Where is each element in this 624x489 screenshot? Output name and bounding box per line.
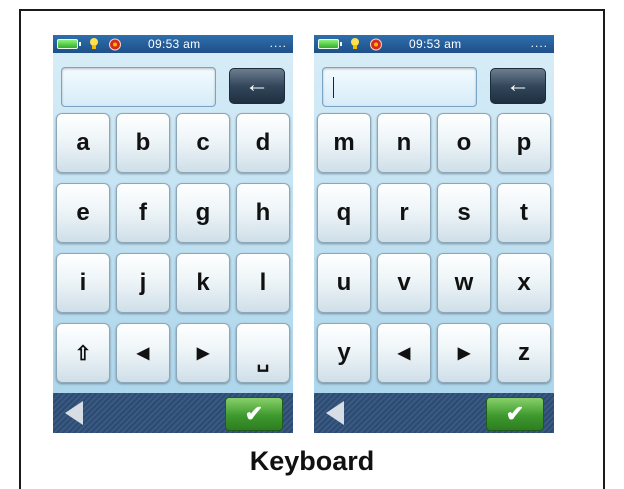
key-c[interactable]: c: [176, 113, 230, 173]
key-t[interactable]: t: [497, 183, 551, 243]
keypad: a b c d e f g h i j k l ⇧ ◀ ▶ ␣: [53, 113, 293, 393]
key-e[interactable]: e: [56, 183, 110, 243]
cursor-left-key[interactable]: ◀: [377, 323, 431, 383]
figure-caption: Keyboard: [249, 446, 375, 476]
bulb-icon: [351, 38, 359, 49]
status-dots: ....: [269, 36, 287, 50]
clock-text: 09:53 am: [409, 37, 462, 51]
key-y[interactable]: y: [317, 323, 371, 383]
key-s[interactable]: s: [437, 183, 491, 243]
cursor-right-key[interactable]: ▶: [437, 323, 491, 383]
triangle-right-icon: ▶: [457, 345, 471, 362]
bulb-icon: [90, 38, 98, 49]
battery-icon: [57, 39, 81, 49]
checkmark-icon: ✔: [244, 401, 264, 426]
key-m[interactable]: m: [317, 113, 371, 173]
space-key[interactable]: ␣: [236, 323, 290, 383]
alarm-icon: [370, 38, 382, 51]
battery-icon: [318, 39, 342, 49]
backspace-icon: ←: [506, 71, 530, 98]
triangle-right-icon: ▶: [196, 345, 210, 362]
cursor-left-key[interactable]: ◀: [116, 323, 170, 383]
ok-button[interactable]: ✔: [486, 397, 544, 431]
key-w[interactable]: w: [437, 253, 491, 313]
device-screen-right: 09:53 am .... ← m n o p q r s t u v w x …: [314, 35, 554, 433]
key-p[interactable]: p: [497, 113, 551, 173]
clock-text: 09:53 am: [148, 37, 201, 51]
shift-icon: ⇧: [74, 342, 92, 365]
bottom-bar: ✔: [53, 393, 293, 433]
key-f[interactable]: f: [116, 183, 170, 243]
shift-key[interactable]: ⇧: [56, 323, 110, 383]
key-x[interactable]: x: [497, 253, 551, 313]
space-icon: ␣: [256, 349, 270, 372]
ok-button[interactable]: ✔: [225, 397, 283, 431]
key-k[interactable]: k: [176, 253, 230, 313]
key-u[interactable]: u: [317, 253, 371, 313]
cursor-right-key[interactable]: ▶: [176, 323, 230, 383]
bottom-bar: ✔: [314, 393, 554, 433]
device-screen-left: 09:53 am .... ← a b c d e f g h i j k l …: [53, 35, 293, 433]
key-b[interactable]: b: [116, 113, 170, 173]
backspace-icon: ←: [245, 71, 269, 98]
checkmark-icon: ✔: [505, 401, 525, 426]
triangle-left-icon: ◀: [397, 345, 411, 362]
triangle-left-icon: ◀: [136, 345, 150, 362]
alarm-icon: [109, 38, 121, 51]
key-l[interactable]: l: [236, 253, 290, 313]
status-bar: 09:53 am ....: [53, 35, 293, 53]
key-z[interactable]: z: [497, 323, 551, 383]
keypad: m n o p q r s t u v w x y ◀ ▶ z: [314, 113, 554, 393]
key-o[interactable]: o: [437, 113, 491, 173]
key-h[interactable]: h: [236, 183, 290, 243]
key-g[interactable]: g: [176, 183, 230, 243]
back-arrow-icon[interactable]: [326, 401, 344, 425]
key-q[interactable]: q: [317, 183, 371, 243]
key-j[interactable]: j: [116, 253, 170, 313]
key-d[interactable]: d: [236, 113, 290, 173]
backspace-button[interactable]: ←: [490, 68, 546, 104]
key-v[interactable]: v: [377, 253, 431, 313]
key-n[interactable]: n: [377, 113, 431, 173]
text-input-field[interactable]: [322, 67, 477, 107]
key-r[interactable]: r: [377, 183, 431, 243]
text-input-field[interactable]: [61, 67, 216, 107]
status-dots: ....: [530, 36, 548, 50]
key-a[interactable]: a: [56, 113, 110, 173]
status-bar: 09:53 am ....: [314, 35, 554, 53]
back-arrow-icon[interactable]: [65, 401, 83, 425]
text-cursor: [333, 77, 334, 98]
key-i[interactable]: i: [56, 253, 110, 313]
backspace-button[interactable]: ←: [229, 68, 285, 104]
